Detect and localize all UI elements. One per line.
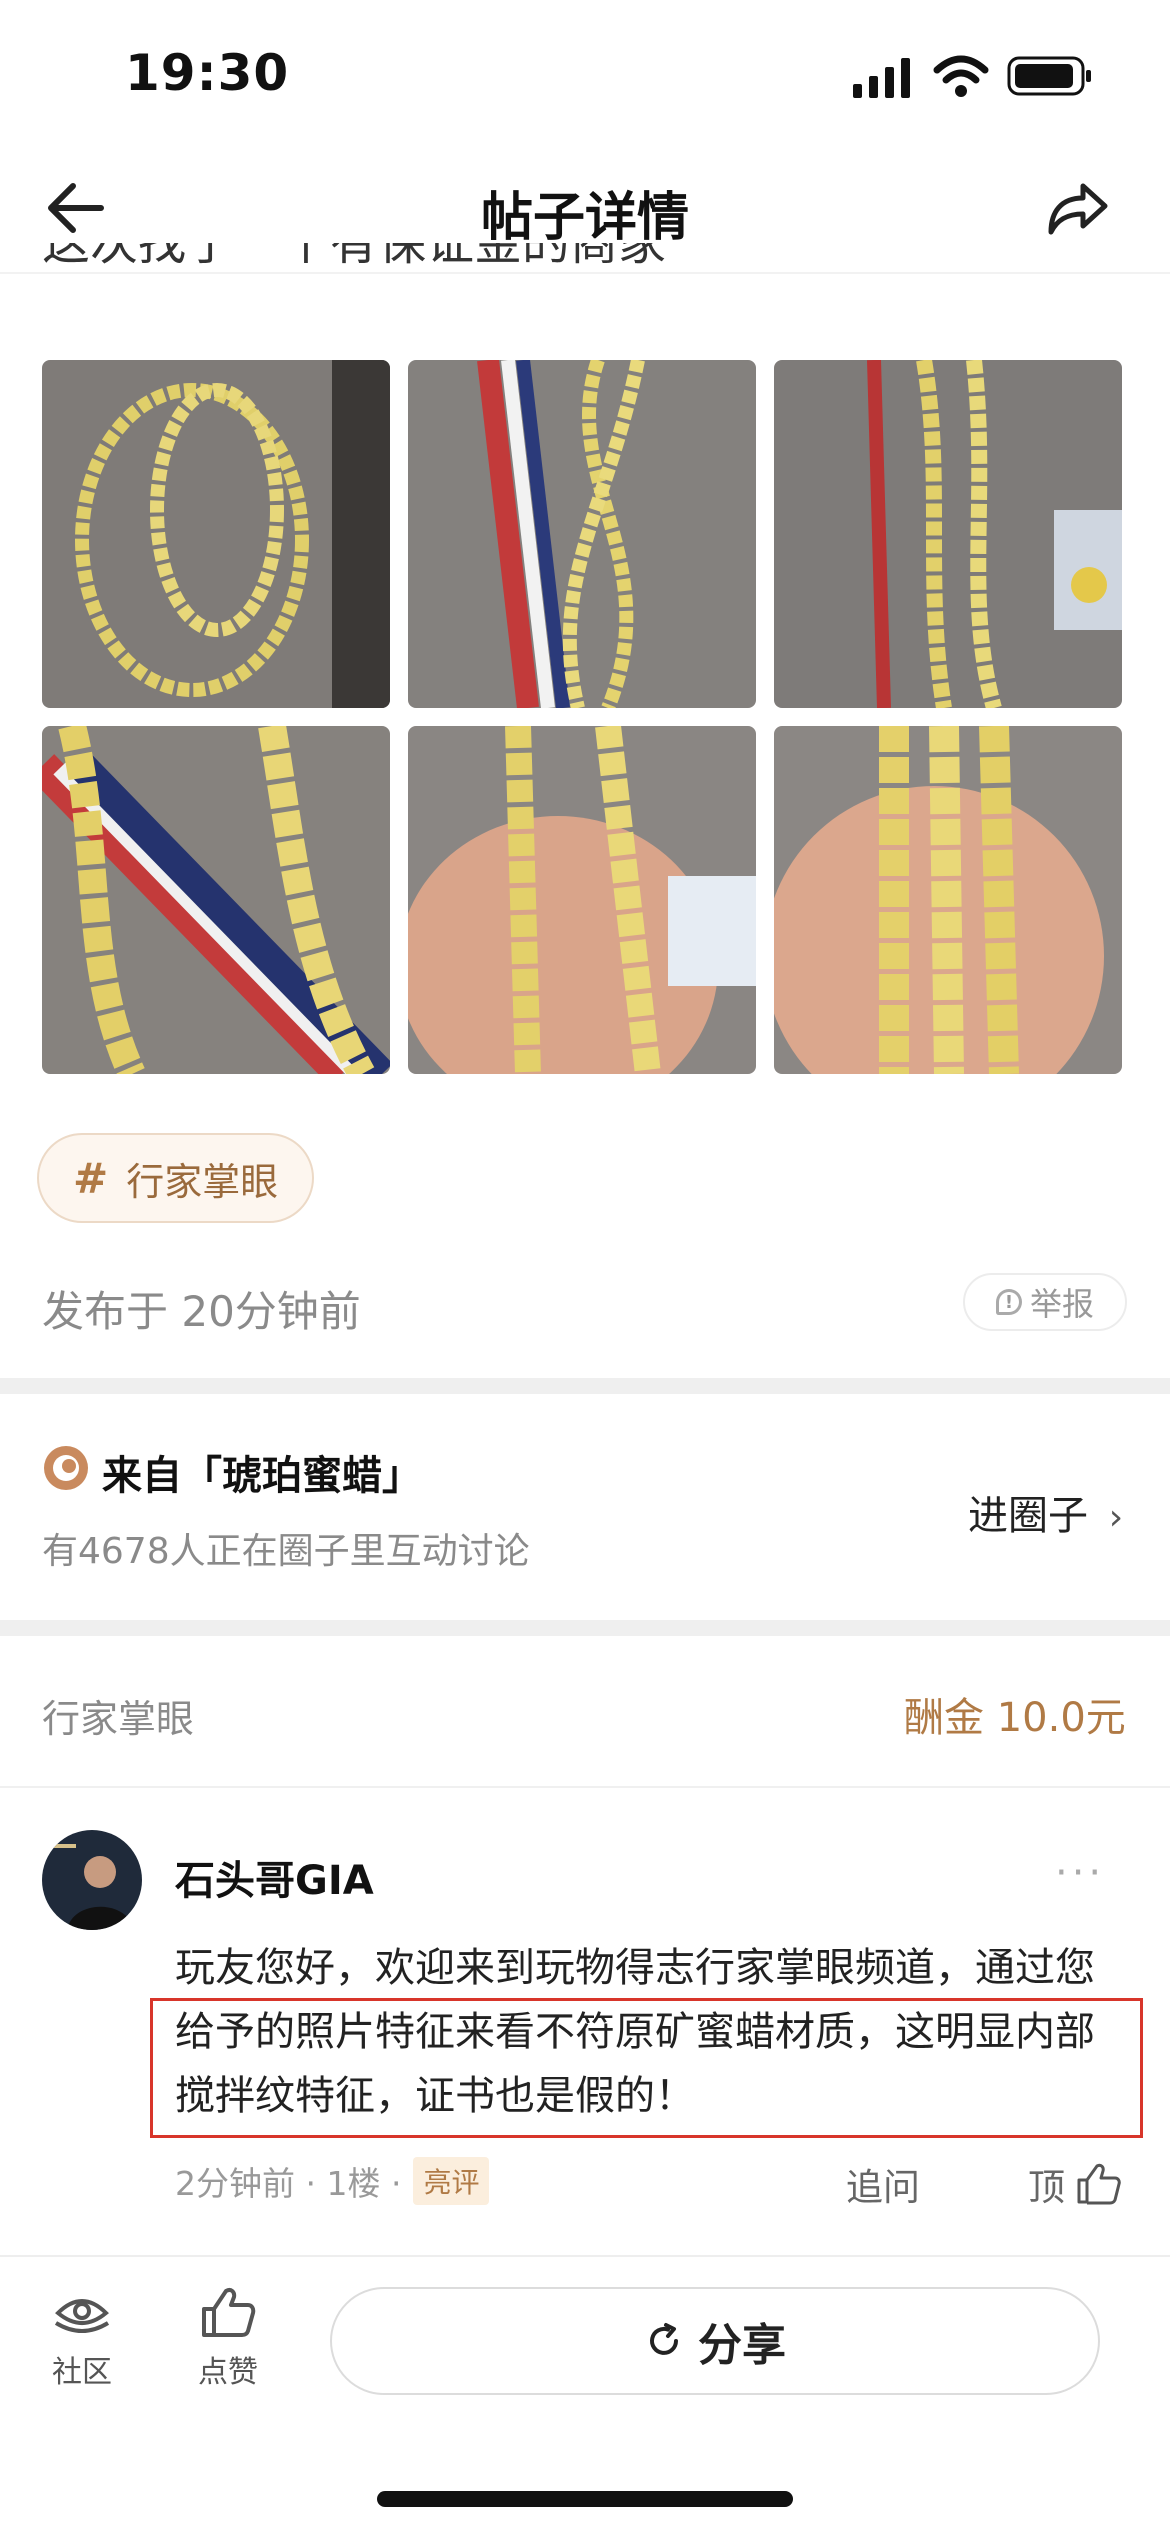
follow-up-button[interactable]: 追问 — [846, 2157, 920, 2211]
hashtag-icon: # — [73, 1153, 109, 1203]
enter-circle-button[interactable]: 进圈子 › — [968, 1483, 1123, 1541]
chevron-right-icon: › — [1108, 1497, 1124, 1538]
bottom-bar-divider — [0, 2255, 1170, 2257]
section-separator — [0, 1620, 1170, 1636]
thumbs-up-icon — [1077, 2163, 1121, 2205]
status-time: 19:30 — [125, 44, 290, 102]
reward-amount: 酬金 10.0元 — [904, 1695, 1126, 1741]
report-label: 举报 — [1029, 1285, 1094, 1323]
community-tab[interactable]: 社区 — [22, 2283, 142, 2403]
topic-tag[interactable]: # 行家掌眼 — [37, 1133, 315, 1223]
alert-icon: ! — [995, 1289, 1022, 1315]
like-label: 点赞 — [198, 2355, 258, 2390]
divider — [0, 1786, 1170, 1788]
enter-circle-label: 进圈子 — [968, 1493, 1088, 1539]
avatar[interactable] — [42, 1830, 142, 1930]
section-separator — [0, 1378, 1170, 1394]
post-photo-1[interactable] — [42, 360, 390, 708]
circle-logo-icon — [44, 1446, 88, 1490]
post-photo-4[interactable] — [42, 726, 390, 1074]
share-arrow-icon[interactable] — [1045, 178, 1111, 238]
upvote-label: 顶 — [1028, 2166, 1065, 2209]
like-tab[interactable]: 点赞 — [168, 2283, 288, 2403]
community-label: 社区 — [52, 2355, 112, 2390]
thumbs-up-icon — [202, 2287, 256, 2337]
post-text-cutoff: 这次找了一个有保证金的商家 — [42, 243, 667, 271]
battery-icon — [1007, 56, 1091, 96]
post-photo-2[interactable] — [408, 360, 756, 708]
circle-title: 来自「琥珀蜜蜡」 — [102, 1453, 422, 1499]
comment-meta: 2分钟前 · 1楼 · 亮评 — [175, 2157, 490, 2205]
more-options-icon[interactable]: ··· — [1055, 1850, 1105, 1896]
cellular-signal-icon — [853, 58, 910, 98]
share-button[interactable]: 分享 — [330, 2287, 1100, 2395]
home-indicator[interactable] — [377, 2491, 793, 2507]
upvote-button[interactable]: 顶 — [1028, 2157, 1121, 2211]
post-photo-6[interactable] — [774, 726, 1122, 1074]
comment-time-floor: 2分钟前 · 1楼 · — [175, 2164, 402, 2203]
annotation-highlight-box — [150, 1998, 1143, 2138]
share-refresh-icon — [650, 2323, 678, 2355]
share-label: 分享 — [698, 2320, 786, 2371]
topic-tag-label: 行家掌眼 — [126, 1159, 279, 1204]
publish-time: 发布于 20分钟前 — [42, 1287, 361, 1336]
section-label: 行家掌眼 — [42, 1697, 195, 1741]
highlight-badge: 亮评 — [413, 2157, 490, 2205]
post-photo-3[interactable] — [774, 360, 1122, 708]
wifi-icon — [933, 55, 989, 97]
post-photo-5[interactable] — [408, 726, 756, 1074]
report-button[interactable]: ! 举报 — [963, 1273, 1127, 1331]
community-eye-icon — [54, 2299, 110, 2333]
circle-member-count: 有4678人正在圈子里互动讨论 — [42, 1531, 530, 1572]
page-title: 帖子详情 — [480, 188, 689, 248]
comment-username[interactable]: 石头哥GIA — [175, 1848, 374, 1906]
